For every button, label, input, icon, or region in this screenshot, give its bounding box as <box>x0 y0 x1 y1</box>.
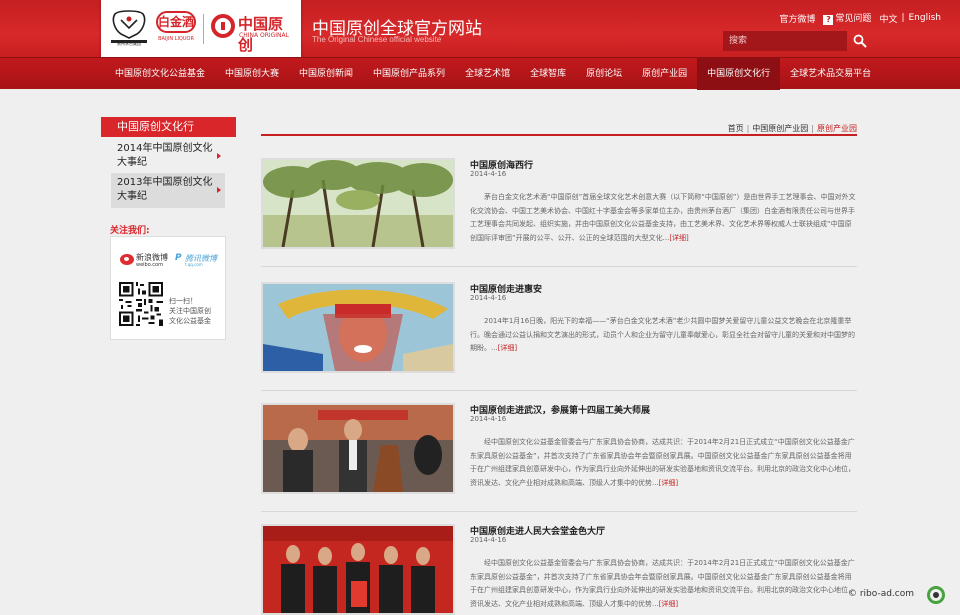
article-summary: 经中国原创文化公益基金管委会与广东家具协会协商，达成共识：于2014年2月21日… <box>470 557 856 611</box>
search-input[interactable] <box>723 31 847 51</box>
nav-item-trading-platform[interactable]: 全球艺术品交易平台 <box>780 58 881 90</box>
logo-divider <box>203 14 204 44</box>
article-divider <box>261 266 857 267</box>
lang-en-link[interactable]: English <box>909 13 942 23</box>
moutai-logo-icon[interactable]: 贵州茅台集团 <box>109 10 149 46</box>
article-thumbnail[interactable] <box>261 524 455 615</box>
nav-item-news[interactable]: 中国原创新闻 <box>289 58 363 90</box>
sidebar-item-label: 大事纪 <box>117 157 147 168</box>
article-detail-link[interactable]: [详细] <box>659 479 678 487</box>
qr-caption: 扫一扫！ 关注中国原创 文化公益基金 <box>169 296 211 326</box>
breadcrumb-separator: | <box>746 124 750 133</box>
lang-separator: | <box>901 13 905 23</box>
logo-group[interactable]: 贵州茅台集团 白金酒 BAIJIN LIQUOR 中国原创 CHINA ORIG… <box>101 0 301 63</box>
article-date: 2014-4-16 <box>470 415 507 423</box>
breadcrumb-separator: | <box>811 124 814 133</box>
sina-weibo-domain: weibo.com <box>136 262 163 268</box>
tencent-weibo-link[interactable]: P 腾讯微博 t.qq.com <box>175 251 223 269</box>
sidebar-item-label: 大事纪 <box>117 191 147 202</box>
article-divider <box>261 511 857 512</box>
site-subtitle: The Original Chinese official website <box>312 35 442 44</box>
qr-caption-line: 扫一扫！ <box>169 297 197 305</box>
breadcrumb-home[interactable]: 首页 <box>728 124 744 133</box>
sidebar-item-label: 2013年中国原创文化 <box>117 177 213 188</box>
watermark: © ribo-ad.com <box>848 589 915 599</box>
breadcrumb-current: 原创产业园 <box>817 124 857 133</box>
china-original-logo-en: CHINA ORIGINAL <box>239 32 289 39</box>
article-date: 2014-4-16 <box>470 536 507 544</box>
follow-us-label: 关注我们: <box>110 226 150 236</box>
article-detail-link[interactable]: [详细] <box>659 600 678 608</box>
article-summary: 2014年1月16日晚，阳光下的幸福——“茅台白金文化艺术酒”老少共圆中国梦关爱… <box>470 315 856 356</box>
header-bar: 贵州茅台集团 白金酒 BAIJIN LIQUOR 中国原创 CHINA ORIG… <box>0 0 960 63</box>
tencent-weibo-icon: P <box>175 253 182 263</box>
top-links: 官方微博 ? 常见问题 中文 | English <box>779 11 941 25</box>
breadcrumb-parent[interactable]: 中国原创产业园 <box>752 124 808 133</box>
nav-item-industrial-park[interactable]: 原创产业园 <box>632 58 697 90</box>
exhibition-image <box>263 405 453 492</box>
qr-caption-line: 文化公益基金 <box>169 317 211 325</box>
article-divider <box>261 390 857 391</box>
article-summary: 茅台白金文化艺术酒“中国原创”首届全球文化艺术创意大赛（以下简称“中国原创”）是… <box>470 191 856 245</box>
article-thumbnail[interactable] <box>261 403 455 494</box>
follow-us-box: 新浪微博 weibo.com P 腾讯微博 t.qq.com 扫一扫！ 关注中国… <box>110 236 226 340</box>
sina-weibo-icon <box>120 254 134 265</box>
sidebar-item-2013[interactable]: 2013年中国原创文化 大事纪 <box>111 173 225 208</box>
nav-item-forum[interactable]: 原创论坛 <box>576 58 632 90</box>
great-hall-image <box>263 526 453 613</box>
question-icon: ? <box>823 15 834 25</box>
qr-code-icon <box>119 282 163 326</box>
baijin-logo[interactable]: 白金酒 BAIJIN LIQUOR <box>153 8 199 42</box>
article-date: 2014-4-16 <box>470 294 507 302</box>
breadcrumb: 首页 | 中国原创产业园 | 原创产业园 <box>728 123 857 134</box>
article-thumbnail[interactable] <box>261 282 455 373</box>
faq-label: 常见问题 <box>835 14 872 24</box>
nav-item-contest[interactable]: 中国原创大赛 <box>215 58 289 90</box>
article-detail-link[interactable]: [详细] <box>669 234 688 242</box>
logo1-caption: 贵州茅台集团 <box>117 41 141 46</box>
forest-image <box>263 160 453 247</box>
article-summary-text: 2014年1月16日晚，阳光下的幸福——“茅台白金文化艺术酒”老少共圆中国梦关爱… <box>470 317 855 352</box>
baijin-logo-text: 白金酒 <box>156 11 196 33</box>
article-thumbnail[interactable] <box>261 158 455 249</box>
lang-cn-link[interactable]: 中文 <box>879 12 897 25</box>
arrow-right-icon <box>217 187 221 193</box>
faq-link[interactable]: ? 常见问题 <box>823 11 871 25</box>
article-date: 2014-4-16 <box>470 170 507 178</box>
search-icon[interactable] <box>853 34 867 48</box>
girl-with-hat-image <box>263 284 453 371</box>
nav-item-culture-tour[interactable]: 中国原创文化行 <box>697 58 781 90</box>
china-original-logo-icon <box>211 14 235 38</box>
arrow-right-icon <box>217 153 221 159</box>
nav-item-fund[interactable]: 中国原创文化公益基金 <box>105 58 215 90</box>
article-summary-text: 茅台白金文化艺术酒“中国原创”首届全球文化艺术创意大赛（以下简称“中国原创”）是… <box>470 193 856 242</box>
main-nav: 中国原创文化公益基金 中国原创大赛 中国原创新闻 中国原创产品系列 全球艺术馆 … <box>0 57 960 90</box>
watermark-logo-icon <box>927 586 945 604</box>
china-original-logo[interactable]: 中国原创 CHINA ORIGINAL <box>211 12 297 54</box>
tencent-weibo-domain: t.qq.com <box>185 262 203 267</box>
sidebar-item-label: 2014年中国原创文化 <box>117 143 213 154</box>
nav-item-products[interactable]: 中国原创产品系列 <box>363 58 455 90</box>
weibo-link[interactable]: 官方微博 <box>779 12 815 25</box>
content-divider <box>261 134 857 136</box>
nav-item-think-tank[interactable]: 全球智库 <box>520 58 576 90</box>
sina-weibo-link[interactable]: 新浪微博 weibo.com <box>120 250 170 270</box>
sidebar-title: 中国原创文化行 <box>101 117 236 137</box>
nav-item-art-gallery[interactable]: 全球艺术馆 <box>455 58 520 90</box>
main-nav-items: 中国原创文化公益基金 中国原创大赛 中国原创新闻 中国原创产品系列 全球艺术馆 … <box>105 58 881 90</box>
article-detail-link[interactable]: [详细] <box>498 344 517 352</box>
qr-caption-line: 关注中国原创 <box>169 307 211 315</box>
article-summary: 经中国原创文化公益基金管委会与广东家具协会协商，达成共识：于2014年2月21日… <box>470 436 856 490</box>
baijin-logo-caption: BAIJIN LIQUOR <box>158 36 194 42</box>
sidebar-item-2014[interactable]: 2014年中国原创文化 大事纪 <box>111 139 225 174</box>
